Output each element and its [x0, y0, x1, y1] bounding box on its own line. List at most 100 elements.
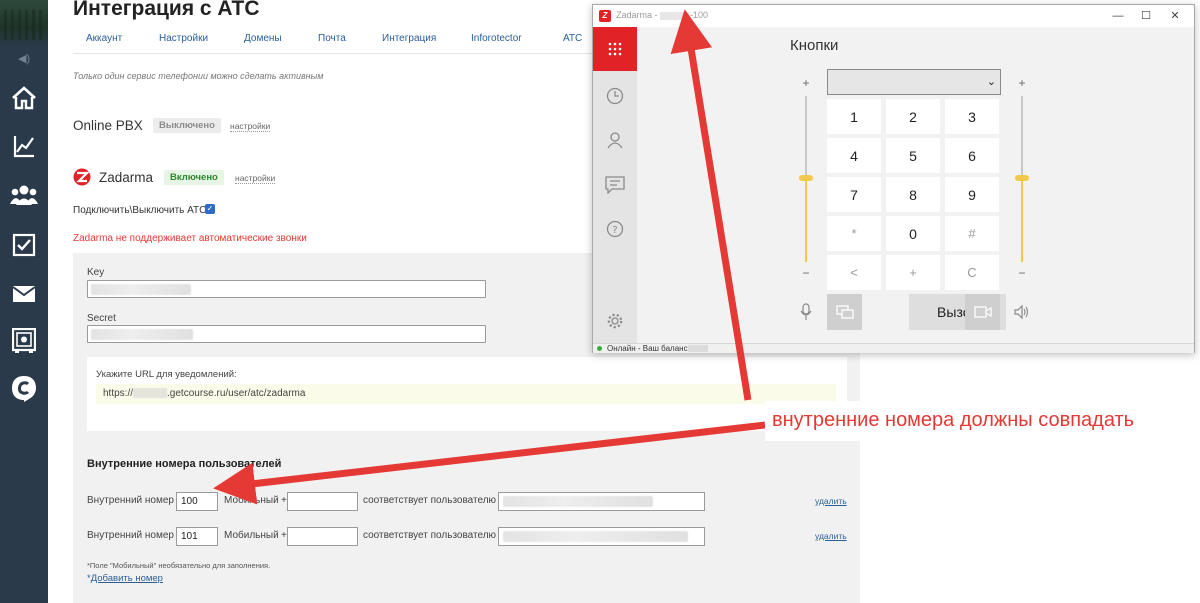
pbx-toggle-label: Подключить\Выключить АТС	[73, 205, 207, 216]
clear-key[interactable]: C	[945, 255, 999, 290]
caller-id-select[interactable]: ⌄	[827, 69, 1001, 95]
window-status-bar: Онлайн - Ваш баланс	[593, 343, 1194, 353]
speaker-volume-track[interactable]	[1021, 96, 1023, 177]
online-pbx-status-badge: Выключено	[153, 118, 221, 133]
dialpad-heading: Кнопки	[790, 37, 839, 54]
url-prefix: https://	[103, 388, 134, 399]
tab-integration[interactable]: Интеграция	[382, 33, 436, 44]
tab-domains[interactable]: Домены	[244, 33, 282, 44]
tab-account[interactable]: Аккаунт	[86, 33, 122, 44]
annotation-text: внутренние номера должны совпадать	[772, 409, 1135, 431]
key-2[interactable]: 2	[886, 99, 940, 134]
auto-calls-warning: Zadarma не поддерживает автоматические з…	[73, 233, 307, 244]
key-1[interactable]: 1	[827, 99, 881, 134]
window-title-suffix: -100	[690, 10, 709, 20]
speaker-volume-knob[interactable]	[1015, 175, 1029, 181]
secret-input[interactable]	[87, 325, 486, 343]
status-text: Онлайн - Ваш баланс	[607, 344, 708, 354]
chevron-down-icon: ⌄	[986, 76, 996, 88]
speaker-volume-plus[interactable]: +	[1016, 76, 1028, 90]
contacts-person-icon[interactable]	[593, 118, 637, 162]
users-icon[interactable]	[9, 180, 39, 210]
user-select[interactable]	[498, 527, 705, 546]
key-6[interactable]: 6	[945, 138, 999, 173]
mic-volume-plus[interactable]: +	[800, 76, 812, 90]
secret-value-redacted	[91, 329, 193, 340]
online-status-dot	[597, 346, 602, 351]
sound-icon[interactable]: ◀)	[16, 52, 32, 65]
settings-gear-icon[interactable]	[593, 299, 637, 343]
zadarma-logo-icon	[73, 168, 91, 186]
backspace-key[interactable]: <	[827, 255, 881, 290]
chat-button[interactable]	[827, 294, 862, 330]
window-title-prefix: Zadarma -	[616, 10, 661, 20]
online-pbx-settings-link[interactable]: настройки	[230, 121, 271, 132]
key-3[interactable]: 3	[945, 99, 999, 134]
chat-bubbles-icon	[835, 305, 854, 319]
ext-number-input[interactable]: 101	[176, 527, 218, 546]
tasks-icon[interactable]	[9, 230, 39, 260]
key-plus[interactable]: +	[886, 255, 940, 290]
mobile-input[interactable]	[287, 492, 358, 511]
dialpad-nav-icon[interactable]	[593, 27, 637, 71]
matches-user-label: соответствует пользователю	[363, 495, 497, 506]
mobile-input[interactable]	[287, 527, 358, 546]
dialpad-screen: Кнопки ⌄ + − + − 1 2 3 4 5 6 7 8 9 * 0 #…	[637, 27, 1194, 343]
ext-number-input[interactable]: 100	[176, 492, 218, 511]
mic-volume-track[interactable]	[805, 96, 807, 177]
delete-extension-link[interactable]: удалить	[815, 496, 847, 506]
mail-icon[interactable]	[9, 279, 39, 309]
secret-label: Secret	[87, 313, 116, 324]
speaker-icon[interactable]	[1014, 304, 1030, 320]
key-hash[interactable]: #	[945, 216, 999, 251]
tab-mail[interactable]: Почта	[318, 33, 346, 44]
user-name-redacted	[503, 496, 653, 507]
messages-chat-icon[interactable]	[593, 163, 637, 207]
getcourse-logo-icon[interactable]	[9, 374, 39, 404]
ext-label: Внутренний номер	[87, 495, 174, 506]
mic-volume-knob[interactable]	[799, 175, 813, 181]
video-button[interactable]	[965, 294, 1000, 330]
close-button[interactable]: ✕	[1165, 8, 1185, 24]
zadarma-settings-link[interactable]: настройки	[235, 173, 276, 184]
speaker-volume-minus[interactable]: −	[1016, 266, 1028, 280]
mobile-label: Мобильный	[224, 530, 279, 541]
key-star[interactable]: *	[827, 216, 881, 251]
microphone-icon[interactable]	[799, 303, 813, 321]
zadarma-app-icon: Z	[599, 10, 611, 22]
key-input[interactable]	[87, 280, 486, 298]
mic-volume-fill	[805, 177, 807, 262]
key-5[interactable]: 5	[886, 138, 940, 173]
user-select[interactable]	[498, 492, 705, 511]
safe-icon[interactable]	[9, 326, 39, 356]
minimize-button[interactable]: —	[1108, 8, 1128, 24]
zadarma-status-badge: Включено	[164, 170, 224, 185]
key-8[interactable]: 8	[886, 177, 940, 212]
tab-settings[interactable]: Настройки	[159, 33, 208, 44]
window-titlebar[interactable]: Z Zadarma - -100 — ☐ ✕	[593, 5, 1194, 27]
history-clock-icon[interactable]	[593, 74, 637, 118]
tab-inforotector[interactable]: Inforotector	[471, 33, 522, 44]
add-number-link[interactable]: Добавить номер	[91, 573, 163, 584]
home-icon[interactable]	[9, 83, 39, 113]
tab-atc[interactable]: АТС	[563, 33, 582, 44]
key-9[interactable]: 9	[945, 177, 999, 212]
help-question-icon[interactable]: ?	[593, 207, 637, 251]
zadarma-title: Zadarma	[99, 170, 154, 185]
key-0[interactable]: 0	[886, 216, 940, 251]
speaker-volume-fill	[1021, 177, 1023, 262]
key-7[interactable]: 7	[827, 177, 881, 212]
mic-volume-minus[interactable]: −	[800, 266, 812, 280]
status-label: Онлайн - Ваш баланс	[607, 344, 688, 353]
analytics-icon[interactable]	[9, 131, 39, 161]
pbx-toggle-checkbox[interactable]: ✓	[205, 204, 215, 214]
delete-extension-link[interactable]: удалить	[815, 531, 847, 541]
webhook-url-value[interactable]: https:// .getcourse.ru/user/atc/zadarma	[96, 384, 836, 404]
user-name-redacted	[503, 531, 688, 542]
window-title: Zadarma - -100	[616, 10, 708, 20]
extensions-heading: Внутренние номера пользователей	[87, 458, 282, 470]
key-4[interactable]: 4	[827, 138, 881, 173]
maximize-button[interactable]: ☐	[1136, 8, 1156, 24]
zadarma-app-window: Z Zadarma - -100 — ☐ ✕ ? Кнопки ⌄ + − + …	[592, 4, 1195, 353]
svg-text:?: ?	[612, 225, 617, 236]
